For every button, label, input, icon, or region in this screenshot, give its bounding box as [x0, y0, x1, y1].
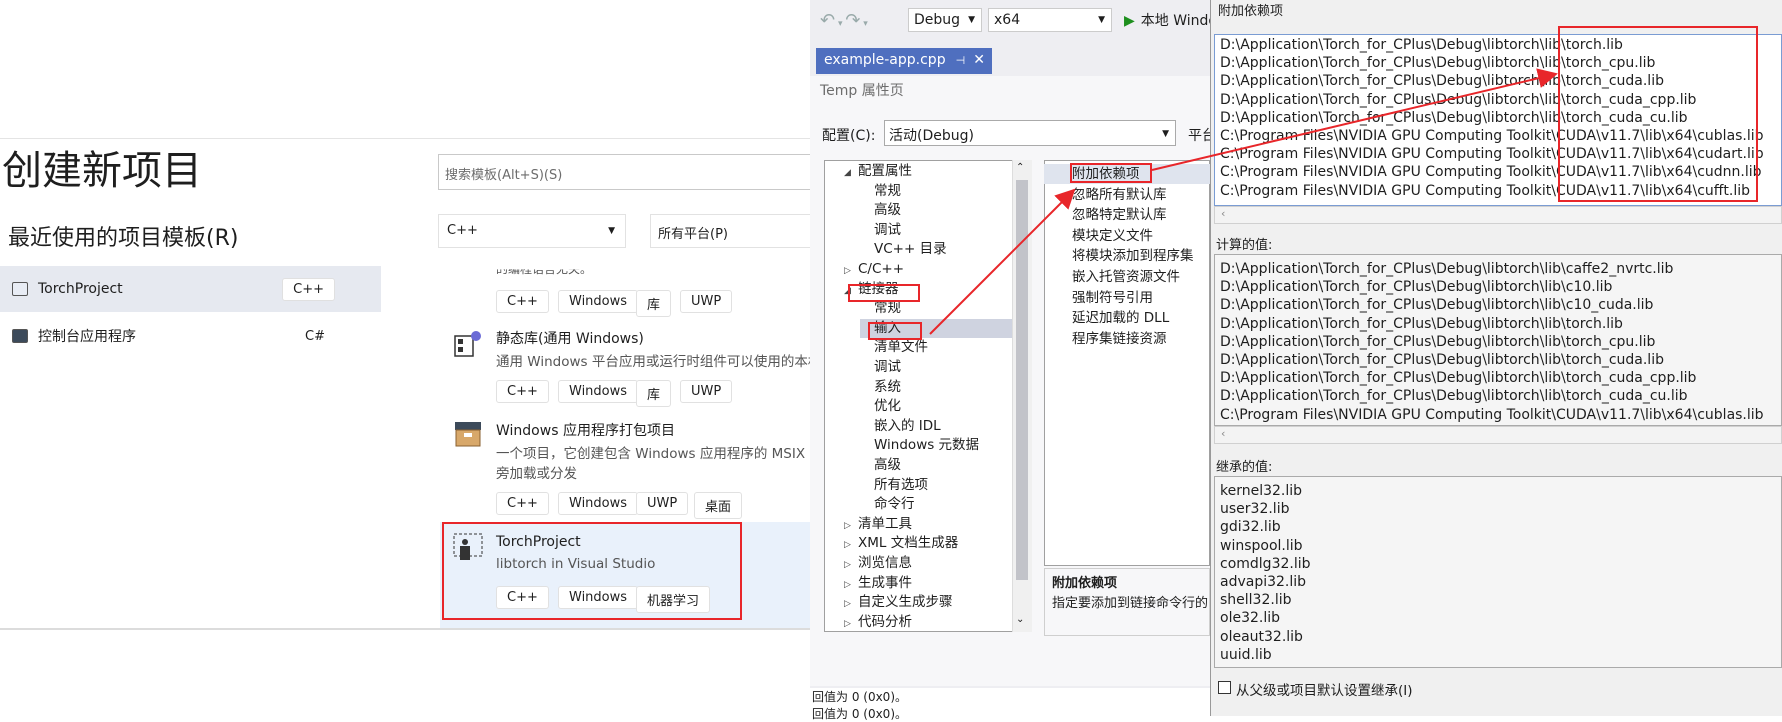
annotation-arrows [929, 68, 1558, 335]
